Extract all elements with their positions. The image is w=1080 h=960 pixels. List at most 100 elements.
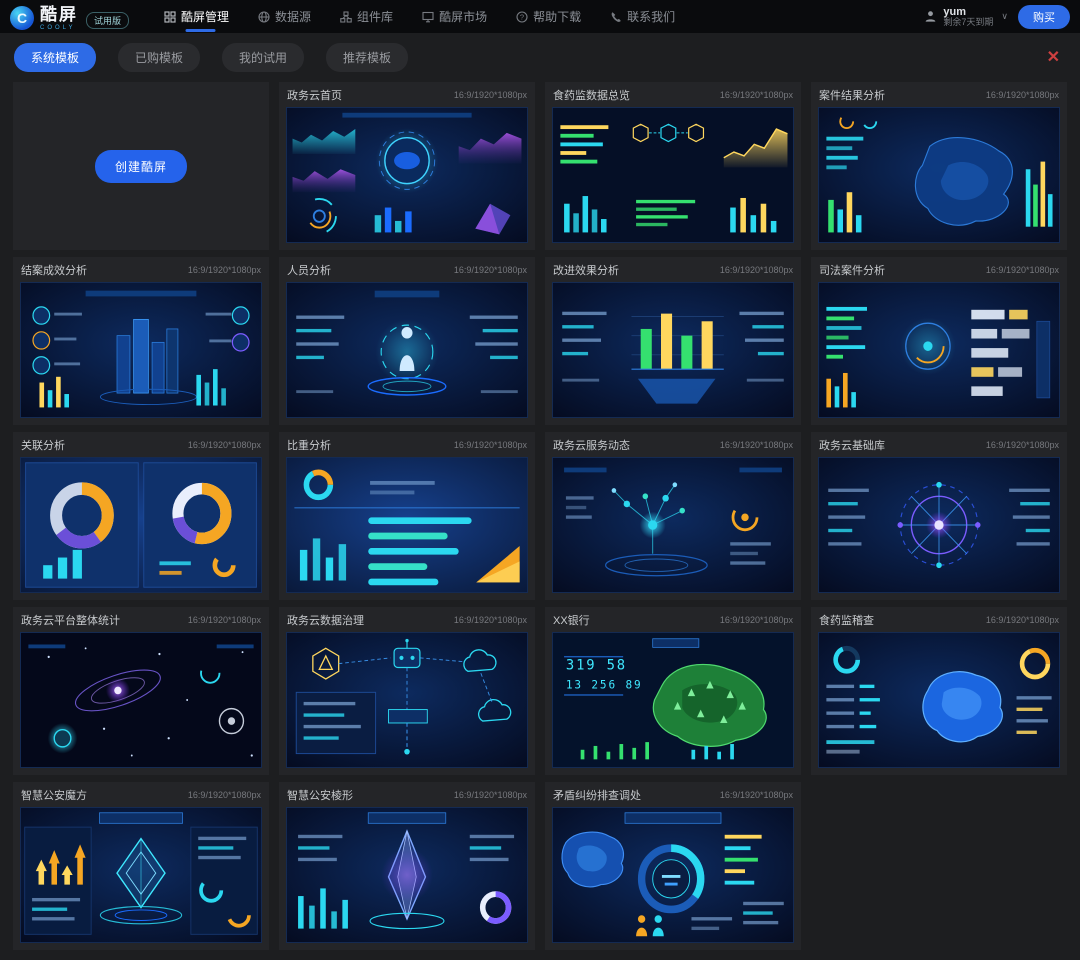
card-title: 矛盾纠纷排查调处 bbox=[553, 787, 641, 803]
tab-purchased-templates[interactable]: 已购模板 bbox=[118, 43, 200, 72]
card-size-label: 16:9/1920*1080px bbox=[188, 615, 261, 625]
card-title: XX银行 bbox=[553, 612, 590, 628]
card-title: 政务云服务动态 bbox=[553, 437, 630, 453]
nav-item-market[interactable]: 酷屏市场 bbox=[407, 0, 501, 33]
template-card[interactable]: 案件结果分析 16:9/1920*1080px bbox=[811, 82, 1067, 250]
nav-item-label: 联系我们 bbox=[627, 8, 675, 25]
card-thumbnail[interactable] bbox=[20, 632, 262, 768]
card-size-label: 16:9/1920*1080px bbox=[986, 615, 1059, 625]
card-thumbnail[interactable] bbox=[818, 107, 1060, 243]
thumbnail-art bbox=[287, 458, 527, 592]
card-size-label: 16:9/1920*1080px bbox=[454, 90, 527, 100]
nav-item-label: 帮助下载 bbox=[533, 8, 581, 25]
grid-icon bbox=[163, 10, 176, 23]
thumbnail-art bbox=[553, 108, 793, 242]
main-menu: 酷屏管理 数据源 组件库 酷屏市场 ? 帮助下载 bbox=[149, 0, 689, 33]
thumbnail-art bbox=[21, 808, 261, 942]
card-thumbnail[interactable] bbox=[20, 457, 262, 593]
nav-item-label: 酷屏管理 bbox=[181, 8, 229, 25]
card-title: 食药监数据总览 bbox=[553, 87, 630, 103]
card-thumbnail[interactable] bbox=[552, 282, 794, 418]
card-thumbnail[interactable] bbox=[20, 282, 262, 418]
card-title: 关联分析 bbox=[21, 437, 65, 453]
phone-icon bbox=[609, 10, 622, 23]
thumbnail-art bbox=[21, 633, 261, 767]
user-menu[interactable]: yum 剩余7天到期 ∨ bbox=[924, 6, 1008, 28]
card-size-label: 16:9/1920*1080px bbox=[188, 790, 261, 800]
template-card[interactable]: 人员分析 16:9/1920*1080px bbox=[279, 257, 535, 425]
template-card[interactable]: 政务云数据治理 16:9/1920*1080px bbox=[279, 607, 535, 775]
nav-item-components[interactable]: 组件库 bbox=[325, 0, 407, 33]
template-card[interactable]: 改进效果分析 16:9/1920*1080px bbox=[545, 257, 801, 425]
components-icon bbox=[339, 10, 352, 23]
template-card[interactable]: XX银行 16:9/1920*1080px 319 58 1 bbox=[545, 607, 801, 775]
nav-item-datasource[interactable]: 数据源 bbox=[243, 0, 325, 33]
thumbnail-art bbox=[21, 283, 261, 417]
thumbnail-art bbox=[819, 458, 1059, 592]
logo-text: 酷屏 bbox=[40, 6, 78, 23]
thumbnail-art: 319 58 13 256 89 bbox=[553, 633, 793, 767]
card-size-label: 16:9/1920*1080px bbox=[720, 790, 793, 800]
thumbnail-art bbox=[819, 633, 1059, 767]
create-screen-button[interactable]: 创建酷屏 bbox=[95, 150, 187, 183]
card-size-label: 16:9/1920*1080px bbox=[188, 265, 261, 275]
template-card[interactable]: 政务云平台整体统计 16:9/1920*1080px bbox=[13, 607, 269, 775]
card-size-label: 16:9/1920*1080px bbox=[720, 265, 793, 275]
card-thumbnail[interactable] bbox=[552, 807, 794, 943]
nav-item-screen-manage[interactable]: 酷屏管理 bbox=[149, 0, 243, 33]
card-thumbnail[interactable] bbox=[286, 457, 528, 593]
card-thumbnail[interactable] bbox=[286, 282, 528, 418]
card-title: 政务云基础库 bbox=[819, 437, 885, 453]
monitor-icon bbox=[421, 10, 434, 23]
card-size-label: 16:9/1920*1080px bbox=[454, 790, 527, 800]
card-thumbnail[interactable] bbox=[818, 282, 1060, 418]
buy-button[interactable]: 购买 bbox=[1018, 5, 1070, 29]
template-card[interactable]: 食药监数据总览 16:9/1920*1080px bbox=[545, 82, 801, 250]
card-thumbnail[interactable] bbox=[286, 107, 528, 243]
template-card[interactable]: 比重分析 16:9/1920*1080px bbox=[279, 432, 535, 600]
template-card[interactable]: 司法案件分析 16:9/1920*1080px bbox=[811, 257, 1067, 425]
template-card[interactable]: 政务云服务动态 16:9/1920*1080px bbox=[545, 432, 801, 600]
logo-icon: C bbox=[10, 6, 34, 30]
template-card[interactable]: 矛盾纠纷排查调处 16:9/1920*1080px bbox=[545, 782, 801, 950]
tab-recommended-templates[interactable]: 推荐模板 bbox=[326, 43, 408, 72]
card-thumbnail[interactable] bbox=[552, 107, 794, 243]
template-card[interactable]: 政务云首页 16:9/1920*1080px bbox=[279, 82, 535, 250]
tab-my-trials[interactable]: 我的试用 bbox=[222, 43, 304, 72]
template-card[interactable]: 智慧公安棱形 16:9/1920*1080px bbox=[279, 782, 535, 950]
bank-stat-number-2: 13 256 89 bbox=[566, 678, 643, 691]
card-size-label: 16:9/1920*1080px bbox=[454, 615, 527, 625]
database-icon bbox=[257, 10, 270, 23]
card-thumbnail[interactable] bbox=[552, 457, 794, 593]
template-filter-tabs: 系统模板 已购模板 我的试用 推荐模板 ✕ bbox=[0, 33, 1080, 78]
card-thumbnail[interactable] bbox=[20, 807, 262, 943]
card-thumbnail[interactable] bbox=[818, 632, 1060, 768]
template-card[interactable]: 关联分析 16:9/1920*1080px bbox=[13, 432, 269, 600]
template-card[interactable]: 智慧公安魔方 16:9/1920*1080px bbox=[13, 782, 269, 950]
card-thumbnail[interactable] bbox=[818, 457, 1060, 593]
nav-item-help-download[interactable]: ? 帮助下载 bbox=[501, 0, 595, 33]
thumbnail-art bbox=[553, 458, 793, 592]
nav-item-contact-us[interactable]: 联系我们 bbox=[595, 0, 689, 33]
card-title: 案件结果分析 bbox=[819, 87, 885, 103]
template-card[interactable]: 结案成效分析 16:9/1920*1080px bbox=[13, 257, 269, 425]
card-title: 比重分析 bbox=[287, 437, 331, 453]
card-size-label: 16:9/1920*1080px bbox=[986, 265, 1059, 275]
app-logo[interactable]: C 酷屏 COOLY 试用版 bbox=[10, 2, 129, 31]
template-card[interactable]: 政务云基础库 16:9/1920*1080px bbox=[811, 432, 1067, 600]
card-thumbnail[interactable]: 319 58 13 256 89 bbox=[552, 632, 794, 768]
close-icon[interactable]: ✕ bbox=[1041, 50, 1066, 66]
template-card[interactable]: 食药监稽查 16:9/1920*1080px bbox=[811, 607, 1067, 775]
svg-text:?: ? bbox=[519, 12, 523, 21]
card-title: 政务云数据治理 bbox=[287, 612, 364, 628]
thumbnail-art bbox=[819, 108, 1059, 242]
card-thumbnail[interactable] bbox=[286, 807, 528, 943]
thumbnail-art bbox=[287, 108, 527, 242]
thumbnail-art bbox=[287, 808, 527, 942]
thumbnail-art bbox=[819, 283, 1059, 417]
thumbnail-art bbox=[553, 283, 793, 417]
card-size-label: 16:9/1920*1080px bbox=[986, 440, 1059, 450]
tab-system-templates[interactable]: 系统模板 bbox=[14, 43, 96, 72]
card-thumbnail[interactable] bbox=[286, 632, 528, 768]
card-size-label: 16:9/1920*1080px bbox=[986, 90, 1059, 100]
